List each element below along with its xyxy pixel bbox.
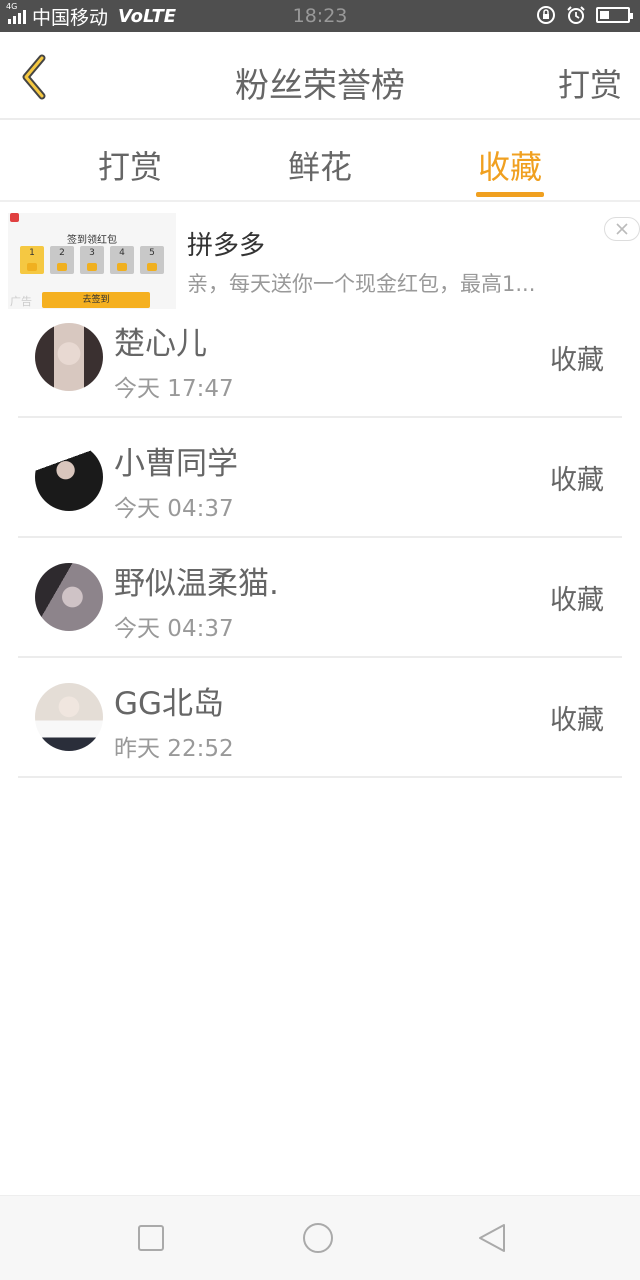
close-icon[interactable] xyxy=(604,217,640,241)
header: 粉丝荣誉榜 打赏 xyxy=(0,32,640,120)
tab-favorites[interactable]: 收藏 xyxy=(450,142,570,188)
ad-banner[interactable]: 签到领红包 1 2 3 4 5 去签到 广告 拼多多 亲，每天送你一个现金红包，… xyxy=(0,203,640,309)
timestamp: 今天 04:37 xyxy=(114,496,234,522)
ad-image-header: 签到领红包 xyxy=(67,235,117,246)
favorite-label: 收藏 xyxy=(550,585,604,616)
tab-reward[interactable]: 打赏 xyxy=(70,142,190,188)
ad-title: 拼多多 xyxy=(187,231,266,261)
status-bar: 4G 中国移动 VoLTE 18:23 xyxy=(0,0,640,32)
user-name: GG北岛 xyxy=(114,686,225,722)
ad-day: 1 xyxy=(20,246,44,274)
avatar[interactable] xyxy=(35,443,103,511)
timestamp: 昨天 22:52 xyxy=(114,736,234,762)
list-item[interactable]: 野似温柔猫. 今天 04:37 收藏 xyxy=(18,538,622,658)
battery-icon xyxy=(596,7,633,23)
ad-day: 5 xyxy=(140,246,164,274)
timestamp: 今天 04:37 xyxy=(114,616,234,642)
ad-day: 3 xyxy=(80,246,104,274)
favorite-label: 收藏 xyxy=(550,345,604,376)
avatar[interactable] xyxy=(35,563,103,631)
alarm-icon xyxy=(567,6,585,24)
tab-bar: 打赏 鲜花 收藏 xyxy=(0,120,640,202)
system-nav-bar xyxy=(0,1195,640,1280)
tab-flowers[interactable]: 鲜花 xyxy=(260,142,380,188)
triangle-back-icon[interactable] xyxy=(476,1222,508,1254)
active-tab-indicator xyxy=(476,192,544,197)
square-icon[interactable] xyxy=(135,1222,167,1254)
status-right xyxy=(536,5,633,25)
favorite-label: 收藏 xyxy=(550,465,604,496)
ad-logo xyxy=(10,213,19,222)
circle-icon[interactable] xyxy=(302,1222,334,1254)
user-name: 野似温柔猫. xyxy=(114,566,279,602)
list-item[interactable]: 小曹同学 今天 04:37 收藏 xyxy=(18,418,622,538)
ad-image: 签到领红包 1 2 3 4 5 去签到 广告 xyxy=(8,213,176,309)
avatar[interactable] xyxy=(35,683,103,751)
user-name: 小曹同学 xyxy=(114,446,238,482)
ad-day: 2 xyxy=(50,246,74,274)
rotation-lock-icon xyxy=(537,6,555,24)
list-item[interactable]: 楚心儿 今天 17:47 收藏 xyxy=(18,298,622,418)
reward-button[interactable]: 打赏 xyxy=(558,60,622,106)
timestamp: 今天 17:47 xyxy=(114,376,234,402)
avatar[interactable] xyxy=(35,323,103,391)
user-name: 楚心儿 xyxy=(114,326,207,362)
page-title: 粉丝荣誉榜 xyxy=(235,66,405,106)
ad-description: 亲，每天送你一个现金红包，最高1... xyxy=(187,272,536,296)
ad-day: 4 xyxy=(110,246,134,274)
favorite-label: 收藏 xyxy=(550,705,604,736)
list-item[interactable]: GG北岛 昨天 22:52 收藏 xyxy=(18,658,622,778)
